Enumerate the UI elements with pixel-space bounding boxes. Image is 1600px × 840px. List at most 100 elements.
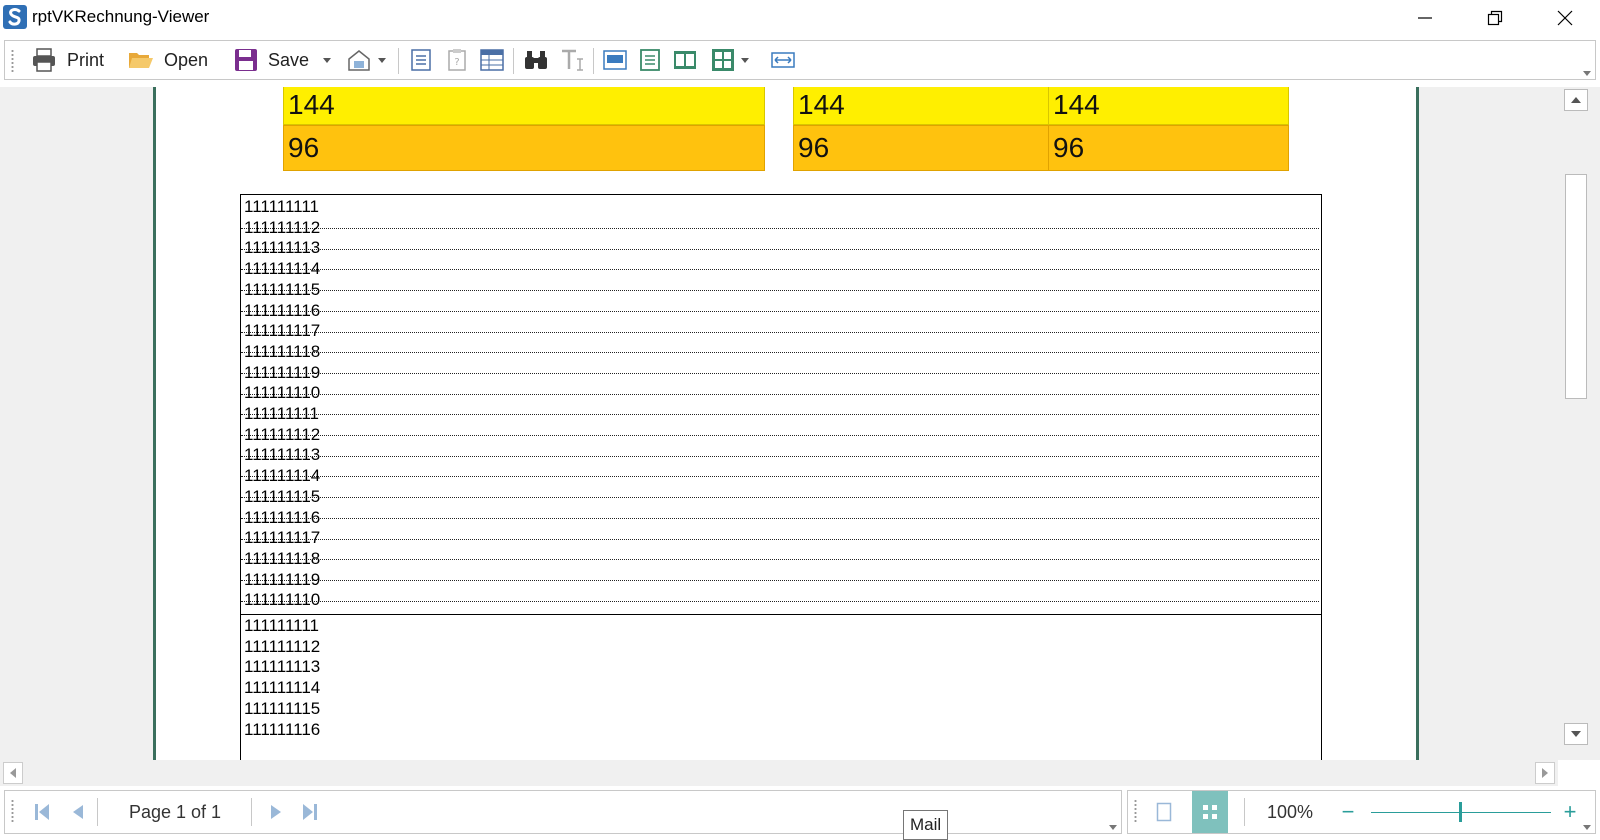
binoculars-icon <box>525 51 547 69</box>
navigation-bar: Page 1 of 1 <box>4 790 1122 834</box>
page-indicator: Page 1 of 1 <box>128 801 222 822</box>
save-button[interactable]: Save <box>234 41 332 79</box>
list-item: 111111115 <box>244 279 321 299</box>
list-item: 111111117 <box>244 528 321 548</box>
grid-pages-icon <box>712 49 734 71</box>
last-page-button[interactable] <box>295 791 325 833</box>
zoom-level[interactable]: 100% <box>1253 791 1327 833</box>
open-label: Open <box>164 49 209 70</box>
two-pages-icon <box>674 51 696 69</box>
zoom-bar-overflow-arrow[interactable] <box>1583 825 1591 830</box>
toolbar-separator <box>593 48 594 74</box>
fit-width-icon <box>771 52 795 68</box>
vertical-scrollbar[interactable] <box>1558 87 1600 760</box>
vertical-scroll-thumb[interactable] <box>1565 174 1587 399</box>
window-title: rptVKRechnung-Viewer <box>32 7 210 26</box>
list-item: 111111116 <box>244 300 321 320</box>
zoom-bar-grip[interactable] <box>1134 799 1137 823</box>
table-layout-icon <box>480 49 504 71</box>
horizontal-scrollbar[interactable] <box>0 760 1558 786</box>
caret-left-icon <box>10 768 16 778</box>
toolbar-separator <box>398 48 399 74</box>
list-item: 111111115 <box>244 486 321 506</box>
row-divider <box>241 579 1319 581</box>
list-item: 111111111 <box>244 616 319 635</box>
full-page-button[interactable] <box>639 41 661 79</box>
summary-cell-left-bottom: 96 <box>283 125 765 171</box>
restore-button[interactable] <box>1460 0 1530 36</box>
close-icon <box>1557 10 1573 26</box>
row-divider <box>241 331 1319 333</box>
text-select-button[interactable] <box>560 41 586 79</box>
floppy-disk-icon <box>235 49 257 71</box>
minimize-button[interactable] <box>1390 0 1460 36</box>
row-divider <box>241 310 1319 312</box>
summary-cell-left-top: 144 <box>283 87 765 125</box>
print-button[interactable]: Print <box>31 41 104 79</box>
multiple-pages-mode-button[interactable] <box>1192 791 1228 833</box>
find-button[interactable] <box>523 41 549 79</box>
export-dropdown-arrow[interactable] <box>378 57 386 63</box>
statusbar-grip[interactable] <box>11 799 14 823</box>
single-page-icon <box>1156 802 1172 822</box>
summary-cell-right-top: 144 <box>1048 87 1289 125</box>
scroll-right-button[interactable] <box>1535 762 1555 784</box>
zoom-bar: 100% − + <box>1127 790 1596 834</box>
scroll-up-button[interactable] <box>1564 89 1588 111</box>
row-divider <box>241 228 1319 230</box>
save-label: Save <box>268 49 310 70</box>
minimize-icon <box>1418 17 1432 19</box>
document-map-button[interactable] <box>410 41 432 79</box>
list-item: 111111113 <box>244 445 321 465</box>
app-logo-icon <box>2 4 28 30</box>
four-squares-icon <box>1203 805 1217 819</box>
folder-open-icon <box>129 53 153 68</box>
next-page-button[interactable] <box>261 791 291 833</box>
list-item: 111111111 <box>244 404 319 423</box>
row-divider <box>241 559 1319 561</box>
single-page-mode-button[interactable] <box>1148 791 1180 833</box>
navigation-overflow-arrow[interactable] <box>1109 825 1117 830</box>
single-page-view-button[interactable] <box>603 41 627 79</box>
first-page-button[interactable] <box>27 791 57 833</box>
zoom-slider-thumb[interactable] <box>1459 802 1462 822</box>
list-item: 111111114 <box>244 466 321 486</box>
detail-list-plain: 111111111 111111112 111111113 111111114 1111… <box>240 614 1322 760</box>
multi-page-dropdown-arrow[interactable] <box>741 57 749 63</box>
list-item: 111111116 <box>244 719 321 739</box>
first-page-icon <box>35 804 49 820</box>
save-dropdown-arrow[interactable] <box>323 57 332 63</box>
fit-width-button[interactable] <box>770 41 796 79</box>
scroll-down-button[interactable] <box>1564 723 1588 745</box>
page-setup-button[interactable] <box>479 41 505 79</box>
list-item: 111111118 <box>244 341 321 361</box>
statusbar-separator <box>97 798 98 826</box>
previous-page-button[interactable] <box>63 791 93 833</box>
multi-page-button[interactable] <box>711 41 749 79</box>
zoom-out-button[interactable]: − <box>1336 791 1360 833</box>
caret-up-icon <box>1571 97 1581 103</box>
row-divider <box>241 290 1319 292</box>
toolbar-overflow-arrow[interactable] <box>1583 71 1591 76</box>
toolbar-grip[interactable] <box>11 49 14 73</box>
list-item: 111111113 <box>244 238 321 258</box>
row-divider <box>241 600 1319 602</box>
list-item: 111111112 <box>244 217 321 237</box>
row-divider <box>241 517 1319 519</box>
full-page-icon <box>640 49 660 71</box>
parameters-button[interactable]: ? <box>446 41 468 79</box>
two-page-button[interactable] <box>673 41 697 79</box>
export-button[interactable] <box>346 41 386 79</box>
scroll-left-button[interactable] <box>3 762 23 784</box>
zoom-in-button[interactable]: + <box>1558 791 1582 833</box>
open-button[interactable]: Open <box>128 41 208 79</box>
print-label: Print <box>67 49 105 70</box>
row-divider <box>241 393 1319 395</box>
svg-text:?: ? <box>454 57 459 68</box>
summary-cell-mid-top: 144 <box>793 87 1049 125</box>
close-button[interactable] <box>1530 0 1600 36</box>
row-divider <box>241 455 1319 457</box>
row-divider <box>241 538 1319 540</box>
summary-cell-right-bottom: 96 <box>1048 125 1289 171</box>
text-cursor-icon <box>562 49 583 71</box>
